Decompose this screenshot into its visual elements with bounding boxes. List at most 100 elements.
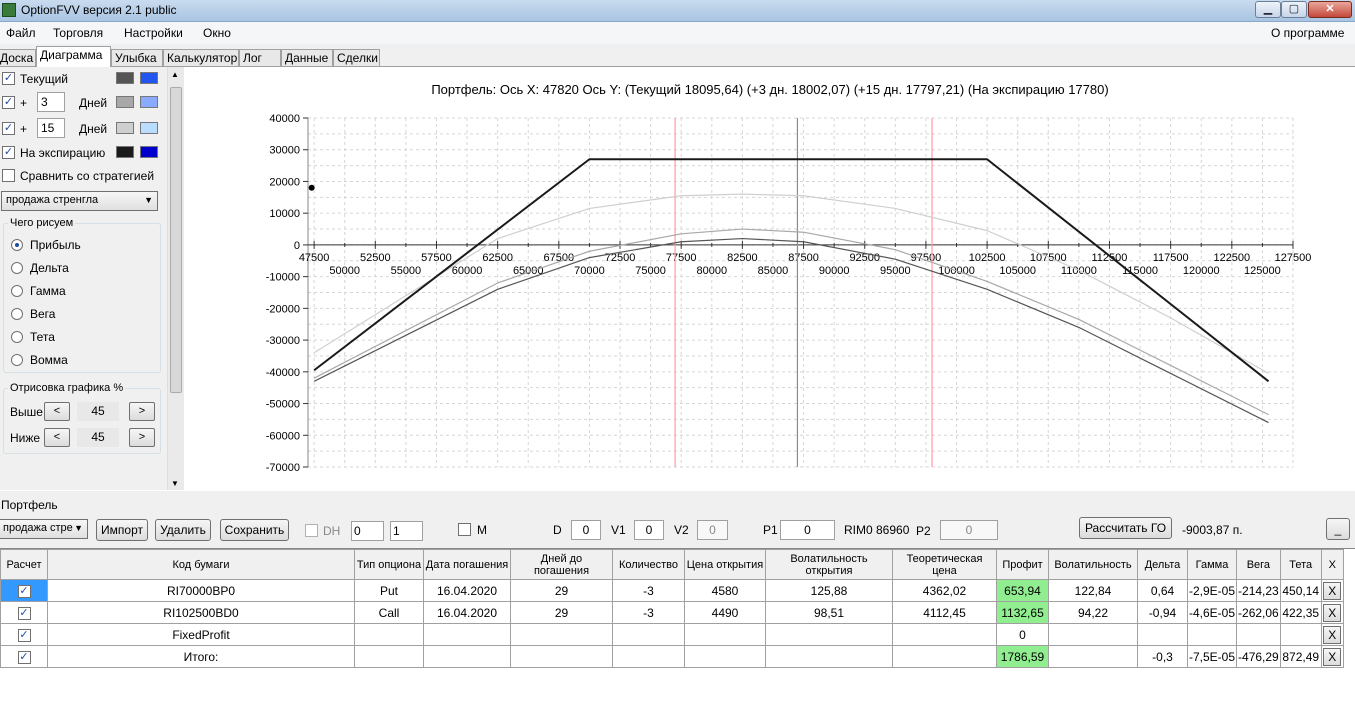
cell-price[interactable] [684,623,766,646]
cell-qty[interactable] [612,645,685,668]
v2-input[interactable]: 0 [697,520,728,540]
delete-button[interactable]: Удалить [155,519,211,541]
cell-theta[interactable]: 450,14 [1279,579,1322,602]
cell-theor[interactable] [892,623,997,646]
table-row[interactable]: ✓ FixedProfit 0 X [0,623,1344,646]
col-header-code[interactable]: Код бумаги [47,549,355,580]
col-header-x[interactable]: X [1320,549,1344,580]
expiry-checkbox[interactable]: ✓ [2,146,15,159]
cell-vol-open[interactable] [765,645,893,668]
cell-profit[interactable]: 1786,59 [996,645,1049,668]
cell-days[interactable]: 29 [510,601,613,624]
cell-date[interactable]: 16.04.2020 [423,601,511,624]
cell-price[interactable]: 4580 [684,579,766,602]
remove-row-button[interactable]: X [1323,581,1342,600]
radio-delta[interactable] [11,262,23,274]
cell-gamma[interactable]: -4,6E-05 [1186,601,1238,624]
cell-code[interactable]: RI102500BD0 [47,601,355,624]
col-header-qty[interactable]: Количество [612,549,685,580]
below-increase-button[interactable]: > [129,428,155,447]
current-color-swatch-2[interactable] [140,72,158,84]
close-button[interactable]: ✕ [1308,1,1352,18]
table-row[interactable]: ✓ RI70000BP0 Put 16.04.2020 29 -3 4580 125,88 43… [0,579,1344,602]
cell-days[interactable] [510,623,613,646]
cell-theor[interactable] [892,645,997,668]
scroll-thumb[interactable] [170,87,182,393]
col-header-theor[interactable]: Теоретическая цена [892,549,997,580]
tab-data[interactable]: Данные [281,49,333,67]
row-calc-checkbox[interactable]: ✓ [17,628,31,642]
col-header-days[interactable]: Дней до погашения [510,549,613,580]
cell-vol[interactable] [1048,623,1138,646]
days1-input[interactable]: 3 [37,92,65,112]
cell-price[interactable] [684,645,766,668]
cell-vol[interactable]: 94,22 [1048,601,1138,624]
save-button[interactable]: Сохранить [220,519,289,541]
expiry-color-swatch[interactable] [116,146,134,158]
remove-row-button[interactable]: X [1323,603,1342,622]
cell-qty[interactable]: -3 [612,601,685,624]
cell-type[interactable]: Call [354,601,424,624]
cell-vega[interactable]: -262,06 [1236,601,1281,624]
cell-theor[interactable]: 4112,45 [892,601,997,624]
tab-log[interactable]: Лог [239,49,281,67]
cell-code[interactable]: FixedProfit [47,623,355,646]
cell-days[interactable]: 29 [510,579,613,602]
col-header-date[interactable]: Дата погашения [423,549,511,580]
cell-vol[interactable] [1048,645,1138,668]
col-header-price[interactable]: Цена открытия [684,549,766,580]
dh-input-1[interactable]: 0 [351,521,384,541]
menu-trading[interactable]: Торговля [53,26,103,40]
collapse-button[interactable]: _ [1326,518,1350,540]
row-calc-checkbox[interactable]: ✓ [17,584,31,598]
cell-vol[interactable]: 122,84 [1048,579,1138,602]
row-calc-checkbox[interactable]: ✓ [17,606,31,620]
cell-profit[interactable]: 653,94 [996,579,1049,602]
radio-theta[interactable] [11,331,23,343]
calculate-go-button[interactable]: Рассчитать ГО [1079,517,1172,539]
cell-calc[interactable]: ✓ [0,601,48,624]
menu-file[interactable]: Файл [6,26,36,40]
radio-vomma[interactable] [11,354,23,366]
above-increase-button[interactable]: > [129,402,155,421]
cell-delta[interactable]: -0,94 [1137,601,1188,624]
p2-input[interactable]: 0 [940,520,998,540]
cell-vega[interactable] [1236,623,1281,646]
table-row[interactable]: ✓ Итого: 1786,59 -0,3 -7,5E-05 -476,29 872,49 X [0,645,1344,668]
cell-type[interactable] [354,623,424,646]
cell-profit[interactable]: 1132,65 [996,601,1049,624]
p1-input[interactable]: 0 [780,520,835,540]
cell-theta[interactable] [1279,623,1322,646]
days1-checkbox[interactable]: ✓ [2,96,15,109]
dh-checkbox[interactable] [305,524,318,537]
expiry-color-swatch-2[interactable] [140,146,158,158]
days2-color-swatch[interactable] [116,122,134,134]
col-header-type[interactable]: Тип опциона [354,549,424,580]
tab-deals[interactable]: Сделки [333,49,380,67]
cell-profit[interactable]: 0 [996,623,1049,646]
cell-vol-open[interactable]: 125,88 [765,579,893,602]
cell-code[interactable]: RI70000BP0 [47,579,355,602]
days2-color-swatch-2[interactable] [140,122,158,134]
days2-checkbox[interactable]: ✓ [2,122,15,135]
cell-date[interactable]: 16.04.2020 [423,579,511,602]
strategy-select[interactable]: продажа стренгла [1,191,158,211]
cell-vega[interactable]: -476,29 [1236,645,1281,668]
cell-vol-open[interactable]: 98,51 [765,601,893,624]
compare-checkbox[interactable] [2,169,15,182]
scroll-down-icon[interactable]: ▼ [171,479,179,488]
cell-date[interactable] [423,623,511,646]
menu-window[interactable]: Окно [203,26,231,40]
cell-type[interactable] [354,645,424,668]
cell-gamma[interactable] [1186,623,1238,646]
cell-calc[interactable]: ✓ [0,623,48,646]
cell-code[interactable]: Итого: [47,645,355,668]
below-decrease-button[interactable]: < [44,428,70,447]
portfolio-select[interactable]: продажа стре [0,519,88,539]
left-panel-scrollbar[interactable]: ▲ ▼ [167,67,184,490]
col-header-calc[interactable]: Расчет [0,549,48,580]
tab-calculator[interactable]: Калькулятор [163,49,239,67]
cell-type[interactable]: Put [354,579,424,602]
radio-profit[interactable] [11,239,23,251]
cell-delta[interactable] [1137,623,1188,646]
